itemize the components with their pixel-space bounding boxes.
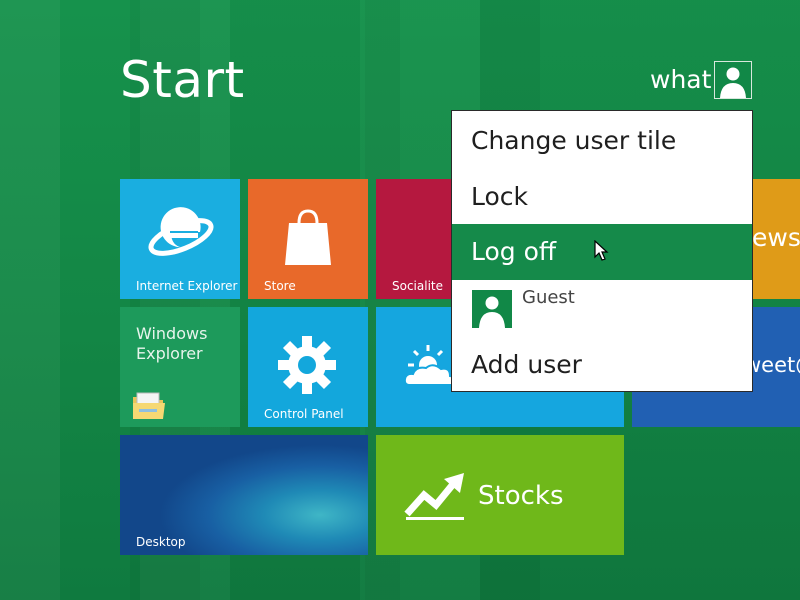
chart-arrow-icon: [404, 473, 464, 520]
tile-label: ews: [752, 223, 800, 252]
user-avatar[interactable]: [714, 61, 752, 99]
internet-explorer-icon: [148, 207, 214, 256]
tile-label: Desktop: [136, 535, 186, 549]
gear-icon: [278, 336, 336, 394]
tile-windows-explorer[interactable]: Windows Explorer: [120, 307, 240, 427]
tile-control-panel[interactable]: Control Panel: [248, 307, 368, 427]
lock-item[interactable]: Lock: [452, 169, 752, 225]
tile-label: Store: [264, 279, 296, 293]
tile-label-line: Explorer: [136, 344, 203, 363]
add-user-item[interactable]: Add user: [452, 337, 752, 393]
shopping-bag-icon: [285, 209, 331, 265]
tile-desktop[interactable]: Desktop: [120, 435, 368, 555]
tile-label-line: Windows: [136, 324, 208, 343]
guest-account-item[interactable]: Guest: [452, 280, 752, 336]
tile-news[interactable]: ews: [752, 179, 800, 299]
page-title: Start: [120, 51, 245, 109]
tile-label: Stocks: [478, 481, 564, 511]
tile-store[interactable]: Store: [248, 179, 368, 299]
mouse-pointer-icon: [594, 240, 609, 261]
person-icon: [479, 296, 505, 328]
person-icon: [720, 67, 746, 98]
guest-avatar: [472, 290, 512, 328]
tile-label: Control Panel: [264, 407, 344, 421]
folder-icon: [133, 392, 165, 419]
tile-stocks[interactable]: Stocks: [376, 435, 624, 555]
tile-label: Windows Explorer: [136, 324, 207, 364]
tile-internet-explorer[interactable]: Internet Explorer: [120, 179, 240, 299]
guest-label: Guest: [522, 287, 575, 308]
user-name[interactable]: what: [650, 64, 711, 96]
change-user-tile-item[interactable]: Change user tile: [452, 113, 752, 169]
tile-label: Internet Explorer: [136, 279, 238, 293]
tile-label: Socialite: [392, 279, 443, 293]
